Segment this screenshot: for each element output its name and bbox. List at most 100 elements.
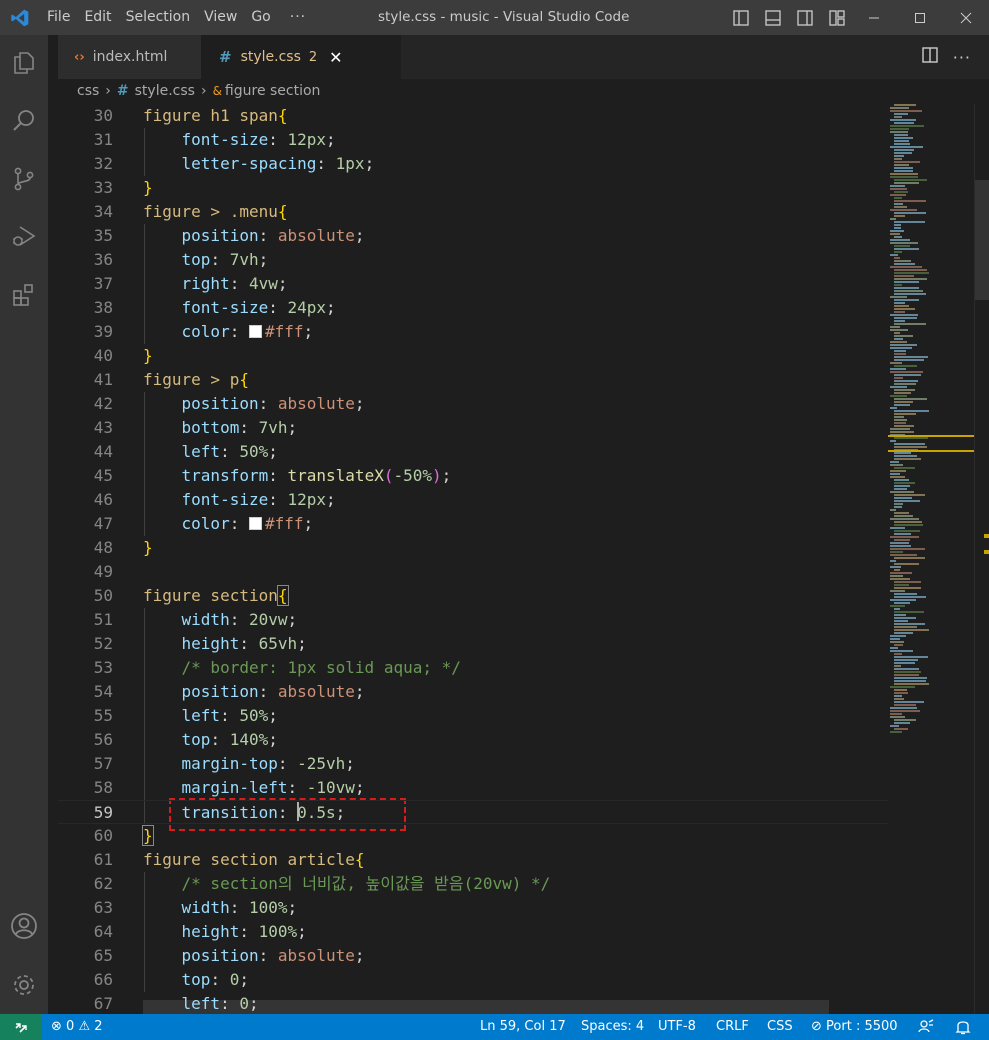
color-swatch-icon[interactable] xyxy=(248,325,262,338)
customize-layout-icon[interactable] xyxy=(826,7,848,29)
minimap-line xyxy=(894,530,920,532)
code-line[interactable]: 48} xyxy=(58,536,888,560)
minimap-line xyxy=(894,164,909,166)
code-line[interactable]: 66 top: 0; xyxy=(58,968,888,992)
code-line[interactable]: 49 xyxy=(58,560,888,584)
language-mode[interactable]: CSS xyxy=(767,1014,793,1040)
line-number: 48 xyxy=(93,538,113,557)
manage-gear-icon[interactable] xyxy=(0,961,48,1009)
code-line[interactable]: 50 figure section{ xyxy=(58,584,888,608)
code-line[interactable]: 45 transform: translateX(-50%); xyxy=(58,464,888,488)
minimap-line xyxy=(894,617,916,619)
minimap-line xyxy=(890,407,897,409)
menu-edit[interactable]: Edit xyxy=(77,0,118,35)
code-line[interactable]: 60} xyxy=(58,824,888,848)
notifications-bell-icon[interactable] xyxy=(955,1014,971,1040)
maximize-icon[interactable] xyxy=(897,0,943,35)
code-line[interactable]: 58 margin-left: -10vw; xyxy=(58,776,888,800)
toggle-primary-sidebar-icon[interactable] xyxy=(730,7,752,29)
code-text: left: 50%; xyxy=(181,706,278,725)
code-line[interactable]: 46 font-size: 12px; xyxy=(58,488,888,512)
minimap-line xyxy=(894,455,917,457)
menu-file[interactable]: File xyxy=(40,0,77,35)
minimize-icon[interactable] xyxy=(851,0,897,35)
menu-go[interactable]: Go xyxy=(244,0,277,35)
code-line[interactable]: 38 font-size: 24px; xyxy=(58,296,888,320)
code-line[interactable]: 63 width: 100%; xyxy=(58,896,888,920)
code-line[interactable]: 47 color: #fff; xyxy=(58,512,888,536)
problems-indicator[interactable]: ⊗ 0 ⚠ 2 xyxy=(51,1014,103,1040)
code-line[interactable]: 30 figure h1 span{ xyxy=(58,104,888,128)
code-line[interactable]: 32 letter-spacing: 1px; xyxy=(58,152,888,176)
code-line[interactable]: 42 position: absolute; xyxy=(58,392,888,416)
code-line[interactable]: 44 left: 50%; xyxy=(58,440,888,464)
more-actions-icon[interactable]: ··· xyxy=(953,48,971,67)
code-editor[interactable]: 30 figure h1 span{31 font-size: 12px; 32 l… xyxy=(58,104,888,1014)
source-control-icon[interactable] xyxy=(0,155,48,203)
code-line[interactable]: 37 right: 4vw; xyxy=(58,272,888,296)
minimap-line xyxy=(894,614,906,616)
code-text: } xyxy=(143,538,153,557)
feedback-icon[interactable] xyxy=(918,1014,934,1040)
breadcrumb-symbol[interactable]: figure section xyxy=(225,83,321,99)
encoding[interactable]: UTF-8 xyxy=(658,1014,696,1040)
cursor-position[interactable]: Ln 59, Col 17 xyxy=(480,1014,566,1040)
toggle-secondary-sidebar-icon[interactable] xyxy=(794,7,816,29)
css-file-icon: # xyxy=(116,83,129,99)
minimap[interactable] xyxy=(888,104,974,1014)
code-line[interactable]: 64 height: 100%; xyxy=(58,920,888,944)
accounts-icon[interactable] xyxy=(0,902,48,950)
scrollbar-thumb[interactable] xyxy=(975,180,989,300)
menu-selection[interactable]: Selection xyxy=(119,0,198,35)
code-line[interactable]: 31 font-size: 12px; xyxy=(58,128,888,152)
minimap-line xyxy=(894,677,927,679)
code-line[interactable]: 43 bottom: 7vh; xyxy=(58,416,888,440)
menu-view[interactable]: View xyxy=(197,0,244,35)
minimap-line xyxy=(894,377,903,379)
end-of-line[interactable]: CRLF xyxy=(716,1014,749,1040)
code-line[interactable]: 35 position: absolute; xyxy=(58,224,888,248)
code-line[interactable]: 61 figure section article{ xyxy=(58,848,888,872)
close-tab-icon[interactable]: ✕ xyxy=(329,48,342,67)
color-swatch-icon[interactable] xyxy=(248,517,262,530)
vertical-scrollbar[interactable] xyxy=(974,104,989,1014)
run-and-debug-icon[interactable] xyxy=(0,212,48,260)
code-line[interactable]: 51 width: 20vw; xyxy=(58,608,888,632)
split-editor-icon[interactable] xyxy=(921,46,939,68)
minimap-line xyxy=(894,308,915,310)
minimap-line xyxy=(894,389,915,391)
code-line[interactable]: 62 /* section의 너비값, 높이값을 받음(20vw) */ xyxy=(58,872,888,896)
tab-index-html[interactable]: ‹› index.html xyxy=(58,35,201,79)
code-line[interactable]: 52 height: 65vh; xyxy=(58,632,888,656)
extensions-icon[interactable] xyxy=(0,271,48,319)
minimap-line xyxy=(894,200,926,202)
minimap-line xyxy=(890,461,899,463)
toggle-panel-icon[interactable] xyxy=(762,7,784,29)
code-line[interactable]: 36 top: 7vh; xyxy=(58,248,888,272)
code-line[interactable]: 65 position: absolute; xyxy=(58,944,888,968)
close-window-icon[interactable] xyxy=(943,0,989,35)
code-line[interactable]: 57 margin-top: -25vh; xyxy=(58,752,888,776)
code-line[interactable]: 39 color: #fff; xyxy=(58,320,888,344)
indentation[interactable]: Spaces: 4 xyxy=(581,1014,644,1040)
code-line[interactable]: 67 left: 0; xyxy=(58,992,888,1014)
menu-more-button[interactable]: ··· xyxy=(278,0,318,35)
search-icon[interactable] xyxy=(0,97,48,145)
breadcrumb-file[interactable]: style.css xyxy=(135,83,195,99)
live-server-port[interactable]: ⊘ Port : 5500 xyxy=(811,1014,898,1040)
code-line[interactable]: 56 top: 140%; xyxy=(58,728,888,752)
explorer-icon[interactable] xyxy=(0,39,48,87)
code-line[interactable]: 41 figure > p{ xyxy=(58,368,888,392)
code-text: } xyxy=(142,825,154,846)
remote-indicator-icon[interactable] xyxy=(0,1014,42,1040)
code-line[interactable]: 55 left: 50%; xyxy=(58,704,888,728)
breadcrumb-folder[interactable]: css xyxy=(77,83,99,99)
code-line[interactable]: 54 position: absolute; xyxy=(58,680,888,704)
tab-style-css[interactable]: # style.css 2 ✕ xyxy=(201,35,401,79)
code-line[interactable]: 53 /* border: 1px solid aqua; */ xyxy=(58,656,888,680)
code-line[interactable]: 33} xyxy=(58,176,888,200)
code-line[interactable]: 40} xyxy=(58,344,888,368)
code-line[interactable]: 34 figure > .menu{ xyxy=(58,200,888,224)
code-line[interactable]: 59 transition: 0.5s; xyxy=(58,800,888,824)
minimap-line xyxy=(890,464,903,466)
